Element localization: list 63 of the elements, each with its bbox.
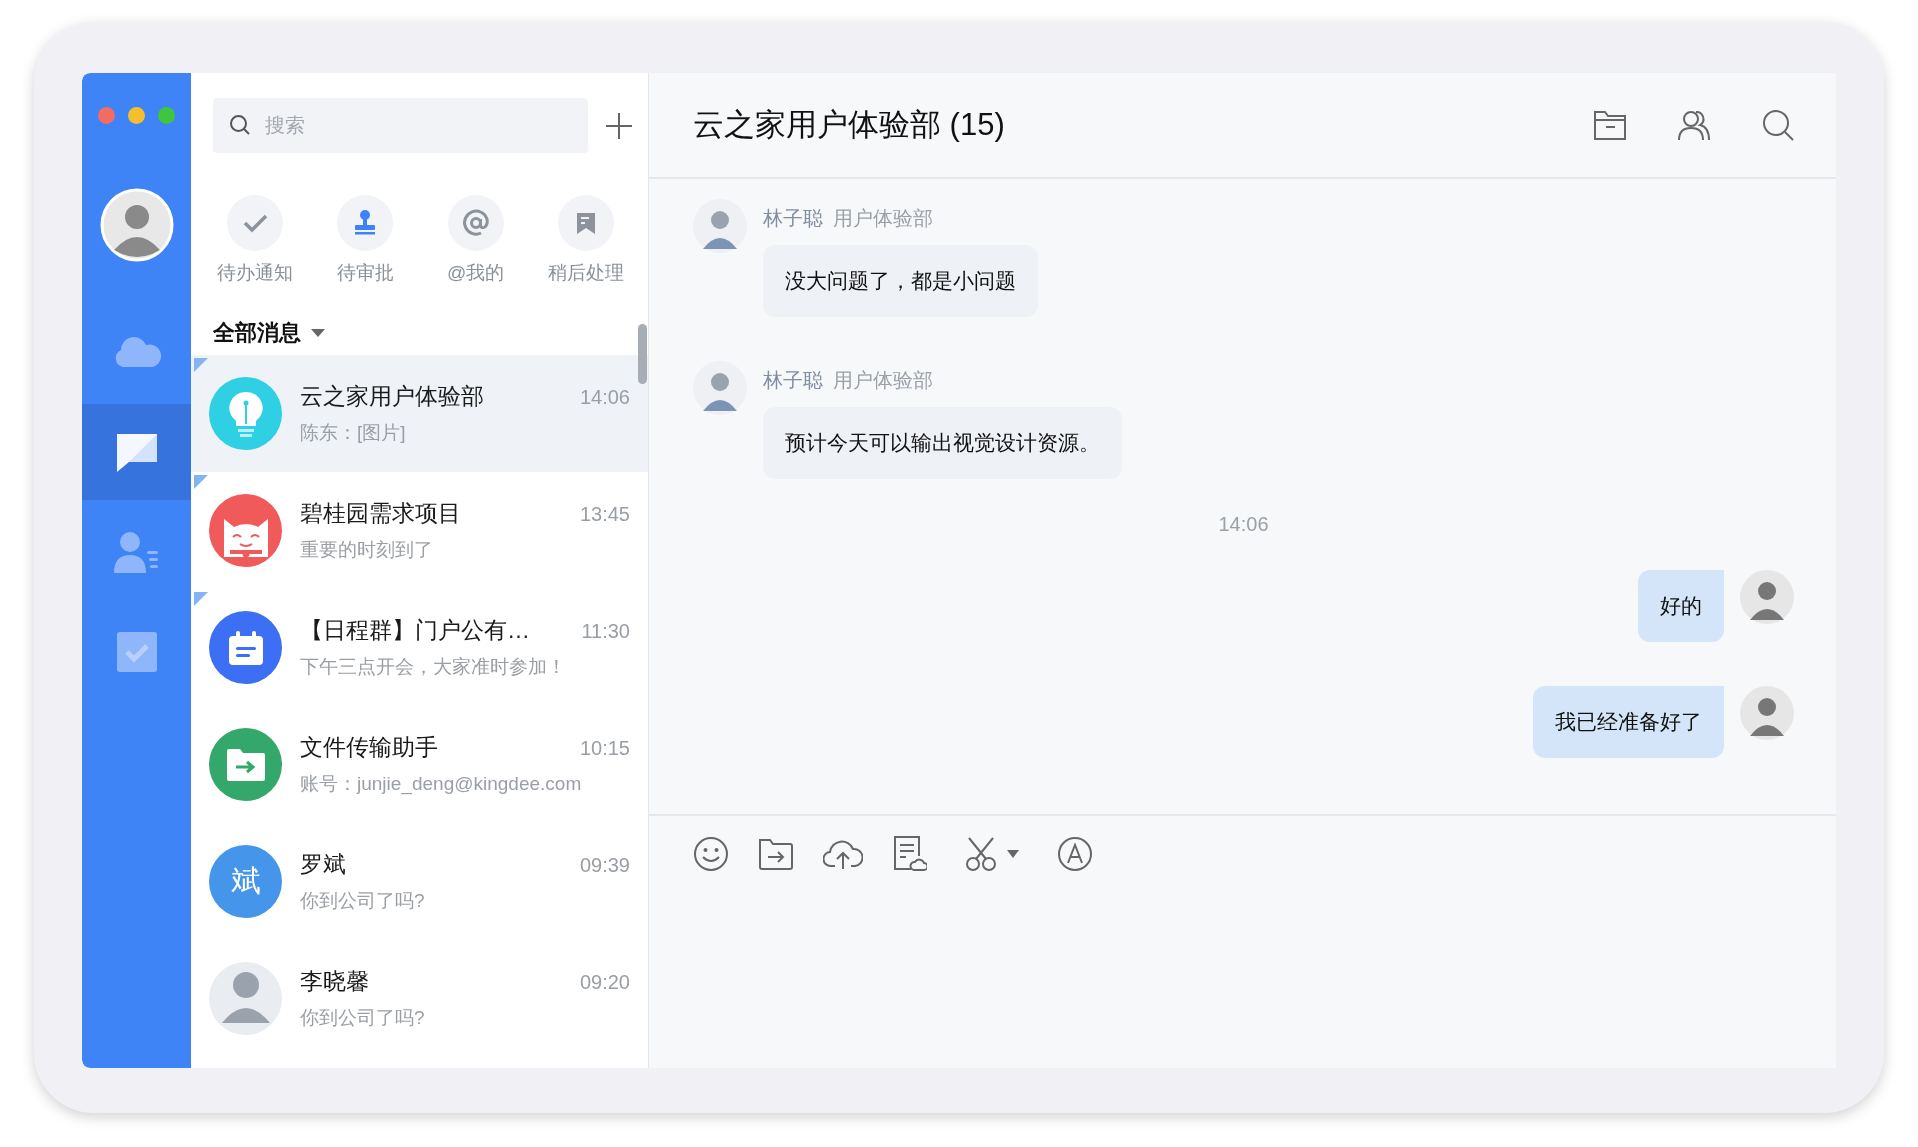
conversation-name: 文件传输助手 [300, 733, 438, 762]
emoji-icon[interactable] [693, 836, 729, 872]
conversation-name: 罗斌 [300, 850, 346, 879]
search-icon[interactable] [1762, 109, 1794, 141]
person-silhouette-icon [693, 361, 747, 415]
chat-bubble-icon [115, 432, 158, 472]
message-preview: 陈东：[图片] [300, 421, 407, 445]
sender-department: 用户体验部 [833, 206, 933, 231]
message-time: 13:45 [579, 503, 630, 526]
members-icon[interactable] [1678, 109, 1710, 141]
sender-name: 林子聪 [763, 206, 823, 231]
caret-icon [311, 329, 325, 337]
conversation-name: 碧桂园需求项目 [300, 499, 461, 528]
calendar-icon [227, 630, 264, 665]
conversation-item[interactable]: 李晓馨 09:20 你到公司了吗? [191, 940, 648, 1057]
search-icon [229, 114, 251, 136]
send-file-icon[interactable] [759, 838, 793, 870]
message-preview: 下午三点开会，大家准时参加！ [300, 655, 567, 679]
profile-avatar-icon[interactable] [99, 188, 174, 262]
conversation-item[interactable]: 斌 罗斌 09:39 你到公司了吗? [191, 823, 648, 940]
sender-department: 用户体验部 [833, 368, 933, 393]
message-bubble: 没大问题了，都是小问题 [763, 245, 1038, 317]
font-icon[interactable] [1057, 836, 1093, 872]
conversation-name: 李晓馨 [300, 967, 369, 996]
message-time: 09:20 [579, 971, 630, 994]
conversation-item[interactable]: 【日程群】门户公有… 11:30 下午三点开会，大家准时参加！ [191, 589, 648, 706]
message-time: 10:15 [579, 737, 630, 760]
person-silhouette-icon [1740, 686, 1794, 740]
sidebar-item[interactable] [82, 404, 191, 500]
person-silhouette-icon [1740, 570, 1794, 624]
message-time: 09:39 [579, 854, 630, 877]
message-preview: 重要的时刻到了 [300, 538, 434, 562]
checkbox-task-icon [116, 632, 157, 672]
message-preview: 账号：junjie_deng@kingdee.com [300, 772, 583, 797]
conversation-name: 【日程群】门户公有… [300, 616, 530, 645]
folder-icon[interactable] [1594, 110, 1626, 140]
search-field[interactable]: 搜索 [213, 98, 588, 153]
cloud-upload-icon[interactable] [823, 838, 863, 870]
conversation-item[interactable]: 云之家用户体验部 14:06 陈东：[图片] [191, 355, 648, 472]
conversation-item[interactable]: 碧桂园需求项目 13:45 重要的时刻到了 [191, 472, 648, 589]
contacts-icon [113, 531, 160, 573]
caret-icon [1007, 850, 1019, 858]
message-bubble: 预计今天可以输出视觉设计资源。 [763, 407, 1122, 479]
message-bubble: 我已经准备好了 [1533, 686, 1724, 758]
screenshot-button[interactable] [965, 837, 1019, 871]
message-filter-dropdown[interactable]: 全部消息 [213, 316, 325, 350]
folder-arrow-icon [226, 748, 265, 781]
scissors-icon [965, 837, 999, 871]
person-silhouette-icon [693, 199, 747, 253]
timestamp: 14:06 [1218, 513, 1269, 535]
message-preview: 你到公司了吗? [300, 1006, 426, 1030]
chat-title: 云之家用户体验部 (15) [693, 106, 1005, 144]
conversation-item[interactable]: 文件传输助手 10:15 账号：junjie_deng@kingdee.com [191, 706, 648, 823]
message-preview: 你到公司了吗? [300, 889, 426, 913]
sender-name: 林子聪 [763, 368, 823, 393]
conversation-name: 云之家用户体验部 [300, 382, 484, 411]
scrollbar[interactable] [638, 324, 647, 384]
message-time: 11:30 [581, 620, 630, 643]
avatar: 斌 [209, 845, 282, 918]
document-icon[interactable] [893, 836, 927, 872]
add-icon[interactable] [606, 112, 632, 139]
message-time: 14:06 [579, 386, 630, 409]
message-bubble: 好的 [1638, 570, 1724, 642]
